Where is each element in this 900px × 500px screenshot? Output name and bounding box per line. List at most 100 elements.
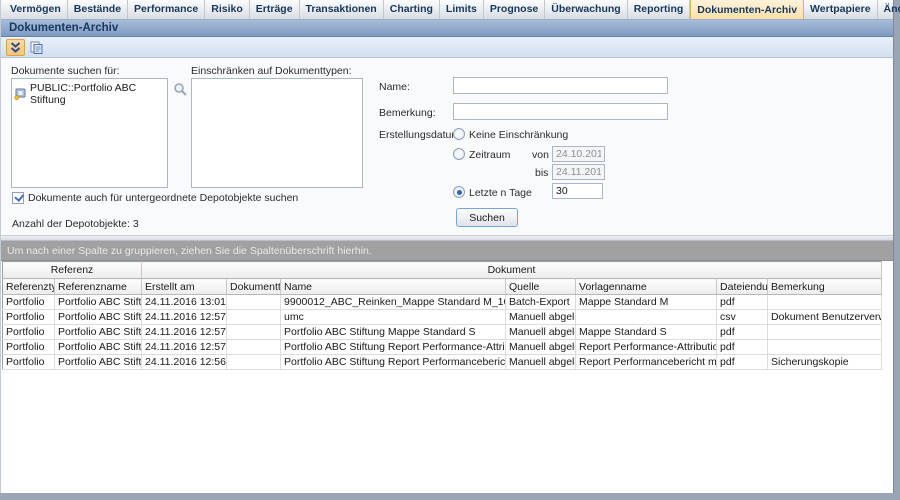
cell[interactable]: Manuell abgelegt: [506, 355, 576, 370]
tab-aenderungsnachverfolgung[interactable]: Änderungsnachverfolgung: [878, 0, 900, 19]
col-header-dokumenttyp[interactable]: Dokumenttyp: [227, 279, 281, 295]
radio-no-restriction-label[interactable]: Keine Einschränkung: [469, 129, 568, 141]
cell[interactable]: Batch-Export: [506, 295, 576, 310]
von-label: von: [532, 149, 549, 161]
tab-bar: Vermögen Bestände Performance Risiko Ert…: [1, 0, 893, 20]
radio-no-restriction[interactable]: [453, 128, 465, 140]
collapse-search-button[interactable]: [6, 39, 25, 56]
tab-risiko[interactable]: Risiko: [205, 0, 250, 19]
table-row: Portfolio Portfolio ABC Stiftung 24.11.2…: [3, 340, 882, 355]
col-header-dateiendung[interactable]: Dateiendung: [717, 279, 768, 295]
group-by-hint-bar: Um nach einer Spalte zu gruppieren, zieh…: [1, 241, 893, 261]
tab-vermoegen[interactable]: Vermögen: [4, 0, 68, 19]
radio-last-n-days-label[interactable]: Letzte n Tage: [469, 187, 532, 199]
cell[interactable]: [768, 340, 882, 355]
cell[interactable]: Portfolio ABC Stiftung Report Performanc…: [281, 340, 506, 355]
magnifier-icon[interactable]: [173, 82, 188, 97]
col-header-quelle[interactable]: Quelle: [506, 279, 576, 295]
doctype-listbox[interactable]: [191, 78, 363, 188]
subordinate-objects-checkbox-label[interactable]: Dokumente auch für untergeordnete Depoto…: [28, 192, 298, 204]
remark-label: Bemerkung:: [379, 107, 436, 119]
von-date-input[interactable]: [552, 146, 605, 162]
cell[interactable]: pdf: [717, 325, 768, 340]
cell[interactable]: [576, 310, 717, 325]
cell[interactable]: [768, 295, 882, 310]
cell[interactable]: Portfolio ABC Stiftung: [55, 325, 142, 340]
cell[interactable]: Portfolio ABC Stiftung Report Performanc…: [281, 355, 506, 370]
tab-performance[interactable]: Performance: [128, 0, 205, 19]
cell[interactable]: csv: [717, 310, 768, 325]
cell[interactable]: Portfolio: [3, 355, 55, 370]
copy-button[interactable]: [27, 39, 46, 56]
cell[interactable]: Manuell abgelegt: [506, 340, 576, 355]
last-n-days-input[interactable]: [552, 183, 603, 199]
cell[interactable]: [227, 325, 281, 340]
cell[interactable]: Portfolio ABC Stiftung: [55, 355, 142, 370]
cell[interactable]: [227, 310, 281, 325]
tab-transaktionen[interactable]: Transaktionen: [300, 0, 384, 19]
cell[interactable]: 9900012_ABC_Reinken_Mappe Standard M_161…: [281, 295, 506, 310]
tab-reporting[interactable]: Reporting: [628, 0, 691, 19]
cell[interactable]: [227, 340, 281, 355]
col-header-erstellt-am[interactable]: Erstellt am: [142, 279, 227, 295]
doctype-label: Einschränken auf Dokumenttypen:: [191, 65, 352, 77]
cell[interactable]: Report Performancebericht mit Grafik: [576, 355, 717, 370]
tab-wertpapiere[interactable]: Wertpapiere: [804, 0, 878, 19]
cell[interactable]: Portfolio: [3, 325, 55, 340]
band-header-dokument[interactable]: Dokument: [142, 262, 882, 279]
cell[interactable]: Dokument Benutzerverwaltung: [768, 310, 882, 325]
cell[interactable]: Mappe Standard S: [576, 325, 717, 340]
cell[interactable]: pdf: [717, 355, 768, 370]
bis-date-input[interactable]: [552, 164, 605, 180]
tab-bestaende[interactable]: Bestände: [68, 0, 128, 19]
subordinate-objects-checkbox[interactable]: [12, 192, 24, 204]
cell[interactable]: [227, 295, 281, 310]
cell[interactable]: [227, 355, 281, 370]
radio-date-range[interactable]: [453, 148, 465, 160]
search-button[interactable]: Suchen: [456, 208, 518, 227]
cell[interactable]: Portfolio ABC Stiftung: [55, 295, 142, 310]
col-header-name[interactable]: Name: [281, 279, 506, 295]
cell[interactable]: umc: [281, 310, 506, 325]
cell[interactable]: Portfolio: [3, 310, 55, 325]
col-header-referenztyp[interactable]: Referenztyp: [3, 279, 55, 295]
tab-ertraege[interactable]: Erträge: [250, 0, 300, 19]
cell[interactable]: Sicherungskopie: [768, 355, 882, 370]
scope-list-item[interactable]: PUBLIC::Portfolio ABC Stiftung: [12, 79, 167, 109]
tab-prognose[interactable]: Prognose: [484, 0, 545, 19]
band-header-row: Referenz Dokument: [3, 262, 882, 279]
cell[interactable]: pdf: [717, 340, 768, 355]
radio-date-range-label[interactable]: Zeitraum: [469, 149, 510, 161]
band-header-referenz[interactable]: Referenz: [3, 262, 142, 279]
name-input[interactable]: [453, 77, 668, 94]
cell[interactable]: 24.11.2016 12:56:58: [142, 355, 227, 370]
cell[interactable]: 24.11.2016 13:01:46: [142, 295, 227, 310]
remark-input[interactable]: [453, 103, 668, 120]
cell[interactable]: Mappe Standard M: [576, 295, 717, 310]
cell[interactable]: Portfolio ABC Stiftung: [55, 310, 142, 325]
col-header-vorlagenname[interactable]: Vorlagenname: [576, 279, 717, 295]
tab-ueberwachung[interactable]: Überwachung: [545, 0, 627, 19]
cell[interactable]: pdf: [717, 295, 768, 310]
cell[interactable]: Portfolio ABC Stiftung Mappe Standard S: [281, 325, 506, 340]
tab-limits[interactable]: Limits: [440, 0, 484, 19]
cell[interactable]: 24.11.2016 12:57:47: [142, 310, 227, 325]
search-panel: Dokumente suchen für: PUBLIC::Portfolio …: [1, 58, 893, 236]
cell[interactable]: 24.11.2016 12:57:36: [142, 325, 227, 340]
cell[interactable]: Portfolio: [3, 295, 55, 310]
cell[interactable]: Manuell abgelegt: [506, 325, 576, 340]
cell[interactable]: Portfolio: [3, 340, 55, 355]
tab-dokumenten-archiv[interactable]: Dokumenten-Archiv: [690, 0, 804, 19]
radio-last-n-days[interactable]: [453, 186, 465, 198]
table-row: Portfolio Portfolio ABC Stiftung 24.11.2…: [3, 295, 882, 310]
col-header-bemerkung[interactable]: Bemerkung: [768, 279, 882, 295]
cell[interactable]: Portfolio ABC Stiftung: [55, 340, 142, 355]
tab-charting[interactable]: Charting: [384, 0, 440, 19]
cell[interactable]: Report Performance-Attribution: [576, 340, 717, 355]
cell[interactable]: Manuell abgelegt: [506, 310, 576, 325]
scope-listbox[interactable]: PUBLIC::Portfolio ABC Stiftung: [11, 78, 168, 188]
col-header-referenzname[interactable]: Referenzname: [55, 279, 142, 295]
cell[interactable]: 24.11.2016 12:57:27: [142, 340, 227, 355]
table-row: Portfolio Portfolio ABC Stiftung 24.11.2…: [3, 325, 882, 340]
cell[interactable]: [768, 325, 882, 340]
